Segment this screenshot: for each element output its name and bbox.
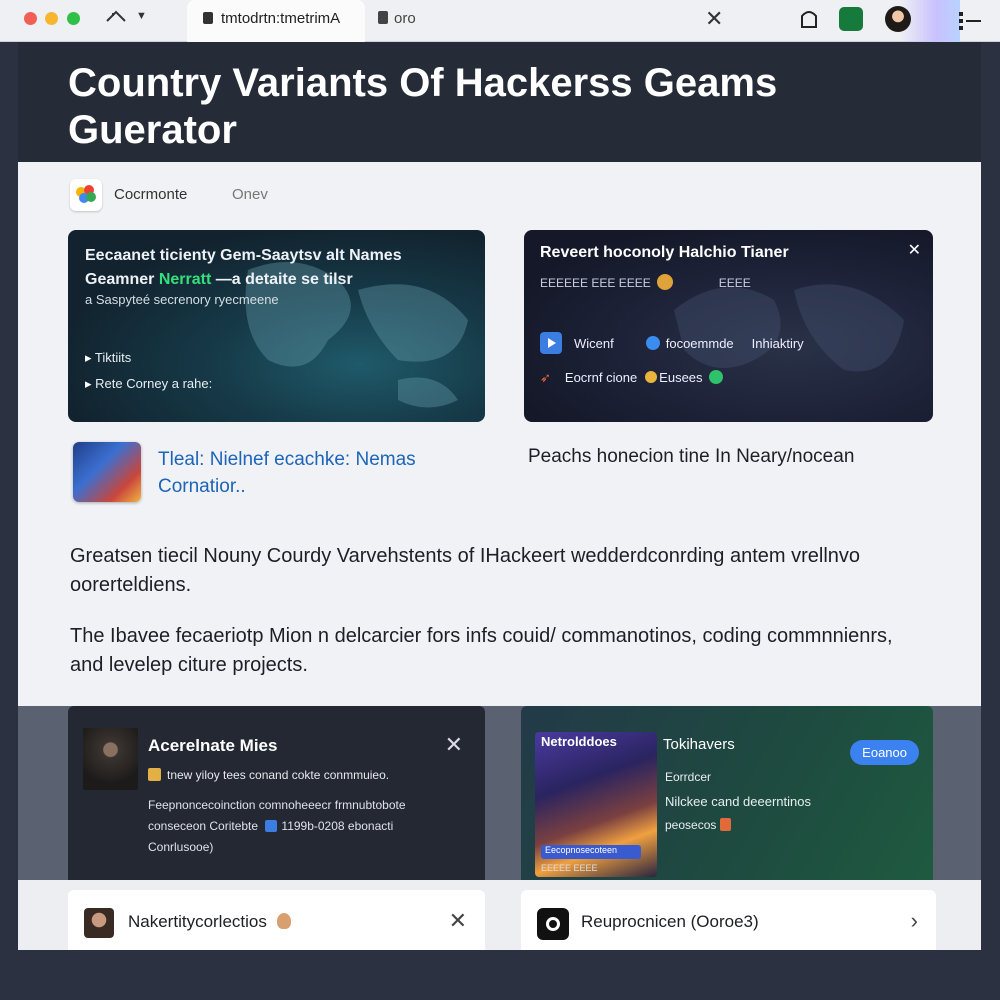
play-icon bbox=[540, 332, 562, 354]
trainer-card-title: Reveert hoconoly Halchio Tianer bbox=[540, 244, 789, 261]
show-card-pill-button[interactable]: Eoanoo bbox=[850, 740, 919, 765]
row2-badge: Eusees bbox=[659, 370, 703, 385]
world-card-title-post: —a detaite se tilsr bbox=[211, 271, 353, 288]
trainer-row-2[interactable]: ➶ Eocrnf cione Eusees bbox=[540, 370, 723, 386]
poster-footer: EEEEE EEEE bbox=[541, 863, 598, 873]
world-card-title-highlight: Nerratt bbox=[158, 271, 212, 288]
repro-card[interactable]: Reuprocnicen (Ooroe3) › bbox=[521, 890, 936, 950]
repro-title: Reuprocnicen (Ooroe3) bbox=[581, 912, 759, 931]
meta-left: EEEEEE EEE EEEE bbox=[540, 276, 651, 290]
close-tab-icon[interactable]: ✕ bbox=[705, 6, 723, 32]
page-icon bbox=[378, 11, 388, 24]
close-window-button[interactable] bbox=[24, 12, 37, 25]
notes-card[interactable]: Acerelnate Mies ✕ tnew yiloy tees conand… bbox=[68, 706, 485, 880]
breadcrumb-second[interactable]: Onev bbox=[232, 186, 268, 203]
minimize-window-button[interactable] bbox=[45, 12, 58, 25]
status-dot-icon bbox=[645, 336, 660, 350]
breadcrumb-first[interactable]: Cocrmonte bbox=[114, 186, 187, 203]
row2-label: Eocrnf cione bbox=[564, 370, 638, 385]
article-link[interactable]: Tleal: Nielnef ecachke: Nemas Cornatior.… bbox=[158, 446, 478, 500]
notes-card-title: Acerelnate Mies bbox=[148, 736, 278, 755]
app-icon bbox=[537, 908, 569, 940]
poster-title: Netrolddoes bbox=[541, 734, 617, 749]
article-thumbnail[interactable] bbox=[73, 442, 141, 502]
world-card[interactable]: Eecaanet ticienty Gem-Saaytsv alt Names … bbox=[68, 230, 485, 422]
profile-avatar[interactable] bbox=[885, 6, 911, 32]
hero-banner: Country Variants Of Hackerss Geams Guera… bbox=[18, 42, 981, 162]
check-icon bbox=[708, 370, 723, 384]
world-card-subtitle: a Saspyteé secrenory ryecmeene bbox=[85, 292, 279, 307]
avatar bbox=[84, 908, 114, 938]
menu-icon[interactable] bbox=[956, 8, 984, 34]
browser-toolbar: ▼ tmtodrtn:tmetrimA oro ✕ bbox=[0, 0, 1000, 42]
row1-label: Wicenf bbox=[574, 336, 614, 351]
close-icon[interactable]: ✕ bbox=[908, 240, 921, 260]
info-icon bbox=[265, 820, 278, 832]
tab-active[interactable]: tmtodrtn:tmetrimA bbox=[187, 0, 365, 42]
collection-card[interactable]: Nakertitycorlectios ✕ bbox=[68, 890, 485, 950]
page-title: Country Variants Of Hackerss Geams Guera… bbox=[68, 61, 778, 152]
bell-icon[interactable] bbox=[798, 7, 820, 31]
intro-paragraph: Greatsen tiecil Nouny Courdy Varvehstent… bbox=[70, 545, 861, 596]
poster-button[interactable]: Eecopnosecoteen bbox=[541, 845, 641, 859]
show-line-1: Eorrdcer bbox=[665, 770, 712, 784]
world-card-item[interactable]: Rete Corney a rahe: bbox=[85, 376, 212, 392]
show-poster[interactable]: Netrolddoes Eecopnosecoteen EEEEE EEEE bbox=[535, 732, 657, 877]
close-icon[interactable]: ✕ bbox=[449, 908, 467, 934]
chevron-right-icon[interactable]: › bbox=[911, 908, 918, 934]
trainer-card-meta: EEEEEE EEE EEEE EEEE bbox=[540, 274, 751, 290]
trainer-row-1[interactable]: Wicenf focoemmde Inhiaktiry bbox=[540, 332, 804, 354]
show-line-3-text: peosecos bbox=[665, 818, 717, 832]
notes-card-description: Feepnoncecoinction comnoheeecr frmnubtob… bbox=[148, 795, 458, 858]
coin-icon bbox=[656, 274, 673, 290]
world-card-title: Eecaanet ticienty Gem-Saaytsv alt Names … bbox=[85, 244, 465, 292]
show-card-title: Tokihavers bbox=[663, 736, 735, 753]
tab-active-label: tmtodrtn:tmetrimA bbox=[221, 10, 341, 27]
chevron-down-icon[interactable]: ▼ bbox=[136, 10, 147, 22]
app-logo-icon[interactable] bbox=[70, 179, 102, 211]
home-icon[interactable] bbox=[104, 8, 128, 32]
maximize-window-button[interactable] bbox=[67, 12, 80, 25]
badge-icon bbox=[148, 768, 161, 781]
notes-card-subtitle: tnew yiloy tees conand cokte conmmuieo. bbox=[148, 768, 389, 782]
notes-subtitle-text: tnew yiloy tees conand cokte conmmuieo. bbox=[167, 768, 390, 782]
close-icon[interactable]: ✕ bbox=[445, 732, 463, 758]
coin-icon bbox=[645, 371, 658, 383]
show-line-2: Nilckee cand deeerntinos bbox=[665, 794, 811, 809]
main-content: Cocrmonte Onev Eecaanet ticienty Gem-Saa… bbox=[18, 162, 981, 706]
collection-title-text: Nakertitycorlectios bbox=[128, 912, 267, 931]
notes-card-image bbox=[83, 728, 138, 790]
world-card-item[interactable]: Tiktiits bbox=[85, 350, 131, 366]
description-paragraph: The Ibavee fecaeriotp Mion n delcarcier … bbox=[70, 625, 893, 676]
row1-mid: focoemmde bbox=[665, 336, 734, 351]
notes-desc-num: 1199b-0208 ebonacti bbox=[281, 819, 394, 833]
show-card[interactable]: Netrolddoes Eecopnosecoteen EEEEE EEEE T… bbox=[521, 706, 933, 880]
lock-icon bbox=[203, 12, 213, 24]
notes-desc-post: Conrlusooe) bbox=[148, 840, 214, 854]
meta-right: EEEE bbox=[718, 276, 751, 290]
related-title[interactable]: Peachs honecion tine In Neary/nocean bbox=[528, 446, 854, 468]
tag-icon bbox=[720, 818, 732, 831]
row1-right: Inhiaktiry bbox=[751, 336, 804, 351]
show-line-3: peosecos bbox=[665, 818, 732, 832]
extension-icon[interactable] bbox=[839, 7, 863, 31]
collection-title: Nakertitycorlectios bbox=[128, 912, 291, 932]
trainer-card[interactable]: Reveert hoconoly Halchio Tianer ✕ EEEEEE… bbox=[524, 230, 933, 422]
tab-second[interactable]: oro bbox=[378, 10, 416, 27]
rocket-icon: ➶ bbox=[540, 370, 551, 385]
tab-second-label: oro bbox=[394, 10, 416, 27]
emoji-icon bbox=[276, 913, 291, 929]
